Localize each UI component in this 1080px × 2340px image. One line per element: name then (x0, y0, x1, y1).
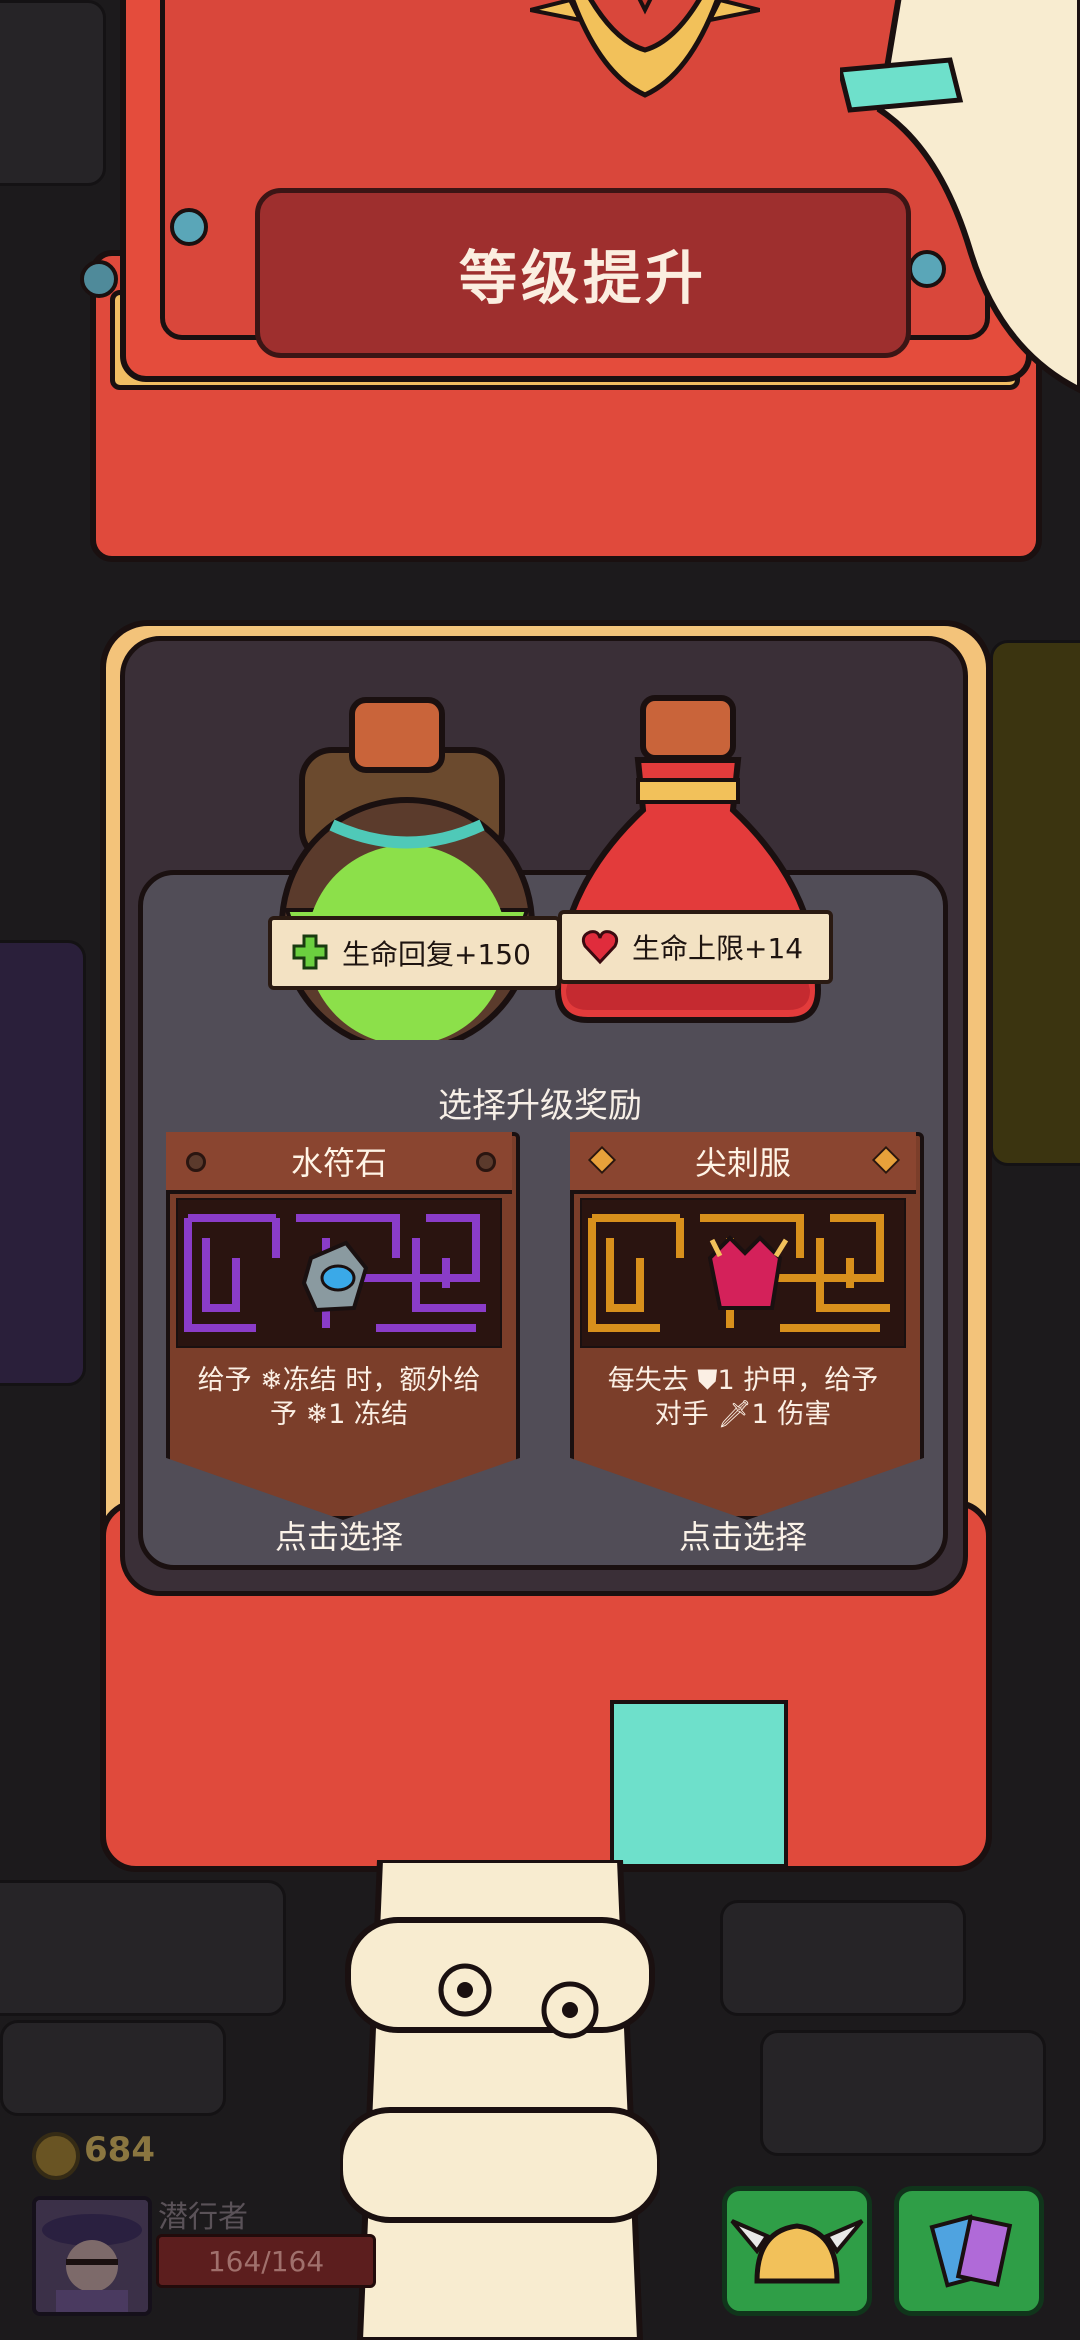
hp-bar: 164/164 (156, 2234, 376, 2288)
max-hp-tag: 生命上限+14 (558, 910, 834, 984)
orange-maze-icon (580, 1198, 906, 1348)
red-potion-icon (554, 695, 822, 1023)
bg-tile (760, 2030, 1046, 2156)
max-hp-label: 生命上限+14 (632, 932, 804, 965)
purple-maze-icon (176, 1198, 502, 1348)
page-title: 等级提升 (458, 244, 707, 312)
arm-icon (340, 1860, 660, 2340)
equipment-button[interactable] (722, 2186, 872, 2316)
plus-icon (292, 934, 328, 970)
bg-pillar (0, 940, 86, 1386)
heal-tag: 生命回复+150 (268, 916, 561, 990)
select-spike-armor-button[interactable]: 点击选择 (570, 1512, 916, 1558)
tape-strip (610, 1700, 788, 1868)
cards-icon (929, 2214, 1013, 2288)
bg-tile (0, 1880, 286, 2016)
reward-description: 给予 ❄冻结 时，额外给 予 ❄1 冻结 (197, 1365, 481, 1430)
sun-emblem-icon (530, 0, 760, 98)
reward-description: 每失去 ⛊1 护甲，给予 对手 🗡1 伤害 (607, 1365, 879, 1430)
reward-name: 水符石 (166, 1132, 512, 1194)
heal-label: 生命回复+150 (342, 938, 531, 971)
hero-avatar[interactable] (32, 2196, 152, 2316)
coin-count: 684 (84, 2130, 155, 2170)
levelup-title-plate: 等级提升 (255, 188, 911, 358)
reward-name: 尖刺服 (570, 1132, 916, 1194)
hand-icon (840, 0, 1080, 394)
hp-value: 164/164 (207, 2244, 325, 2278)
hero-name: 潜行者 (158, 2200, 248, 2235)
rogue-portrait-icon (36, 2200, 148, 2312)
reward-option-spike-armor[interactable]: 尖刺服 每失去 ⛊1 护甲，给予 对手 🗡1 伤害 (570, 1132, 924, 1520)
coin-icon (32, 2132, 80, 2180)
helmet-icon (730, 2219, 864, 2284)
choose-reward-title: 选择升级奖励 (438, 1086, 642, 1126)
bg-tile (720, 1900, 966, 2016)
reward-option-water-stone[interactable]: 水符石 给予 ❄冻结 时，额外给 予 ❄1 冻结 (166, 1132, 520, 1520)
cards-button[interactable] (894, 2186, 1044, 2316)
rivet (80, 260, 118, 298)
bg-tile (0, 2020, 226, 2116)
select-water-stone-button[interactable]: 点击选择 (166, 1512, 512, 1558)
rivet (170, 208, 208, 246)
heart-icon (581, 930, 619, 965)
